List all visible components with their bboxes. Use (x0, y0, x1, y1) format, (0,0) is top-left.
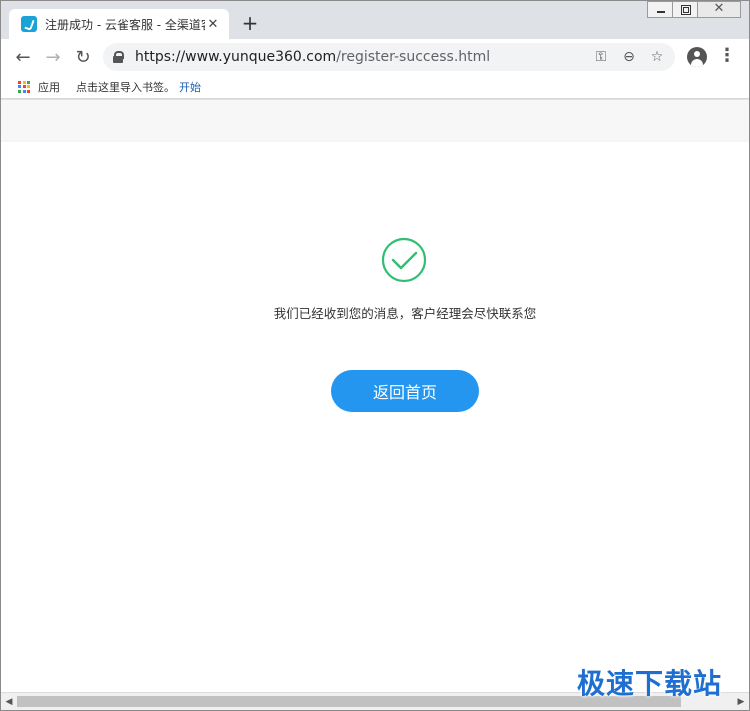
address-bar[interactable]: https://www.yunque360.com/register-succe… (103, 43, 675, 71)
profile-avatar-icon[interactable] (687, 47, 707, 67)
tab-close-icon[interactable]: ✕ (205, 17, 221, 32)
url-host: https://www.yunque360.com (135, 49, 337, 65)
window-controls: ✕ (647, 1, 741, 18)
apps-grid-dot (22, 80, 26, 84)
apps-grid-dot (18, 80, 21, 84)
success-card: 我们已经收到您的消息，客户经理会尽快联系您 返回首页 (1, 142, 749, 550)
import-bookmarks-link[interactable]: 开始 (179, 79, 201, 95)
url-text[interactable]: https://www.yunque360.com/register-succe… (135, 49, 490, 65)
browser-toolbar: ← → ↻ https://www.yunque360.com/register… (1, 39, 749, 75)
apps-grid-dot (22, 85, 26, 88)
new-tab-button[interactable]: + (239, 13, 261, 35)
import-bookmarks-text: 点击这里导入书签。 (76, 80, 175, 94)
scroll-right-icon[interactable]: ▶ (735, 696, 747, 708)
window-close-icon: ✕ (713, 1, 725, 16)
return-home-button[interactable]: 返回首页 (331, 370, 479, 412)
minimize-button[interactable] (647, 1, 673, 18)
watermark-text: 极速下载站 (577, 667, 723, 700)
tab-title: 注册成功 - 云雀客服 - 全渠道客服 (45, 17, 205, 32)
lock-icon[interactable] (113, 51, 124, 63)
forward-button[interactable]: → (39, 43, 67, 71)
key-icon[interactable]: ⚿ (587, 43, 615, 71)
url-path: /register-success.html (336, 49, 491, 65)
browser-window: 注册成功 - 云雀客服 - 全渠道客服 ✕ + ✕ ← → ↻ https://… (0, 0, 750, 711)
apps-grid-icon[interactable] (18, 80, 30, 93)
apps-grid-dot (22, 89, 26, 93)
bookmarks-bar: 应用 点击这里导入书签。 开始 (1, 75, 749, 99)
browser-menu-icon[interactable]: ⋮ (717, 47, 737, 67)
site-favicon-icon (21, 16, 37, 32)
back-button[interactable]: ← (9, 43, 37, 71)
window-close-button[interactable]: ✕ (697, 1, 741, 18)
zoom-icon[interactable]: ⊖ (615, 43, 643, 71)
apps-grid-dot (27, 80, 30, 84)
success-message: 我们已经收到您的消息，客户经理会尽快联系您 (273, 306, 537, 321)
apps-grid-dot (18, 85, 21, 88)
bookmark-star-icon[interactable]: ☆ (643, 43, 671, 71)
reload-button[interactable]: ↻ (69, 43, 97, 71)
apps-shortcut[interactable]: 应用 (38, 79, 60, 95)
scroll-left-icon[interactable]: ◀ (3, 696, 15, 708)
tab-strip: 注册成功 - 云雀客服 - 全渠道客服 ✕ + ✕ (1, 1, 749, 39)
page-viewport: 我们已经收到您的消息，客户经理会尽快联系您 返回首页 (1, 100, 749, 692)
apps-grid-dot (27, 85, 30, 88)
success-check-icon (381, 237, 427, 283)
apps-grid-dot (18, 89, 21, 93)
apps-grid-dot (27, 89, 30, 93)
tab-register-success[interactable]: 注册成功 - 云雀客服 - 全渠道客服 ✕ (9, 9, 229, 39)
address-bar-actions: ⚿ ⊖ ☆ (587, 43, 671, 71)
restore-button[interactable] (672, 1, 698, 18)
